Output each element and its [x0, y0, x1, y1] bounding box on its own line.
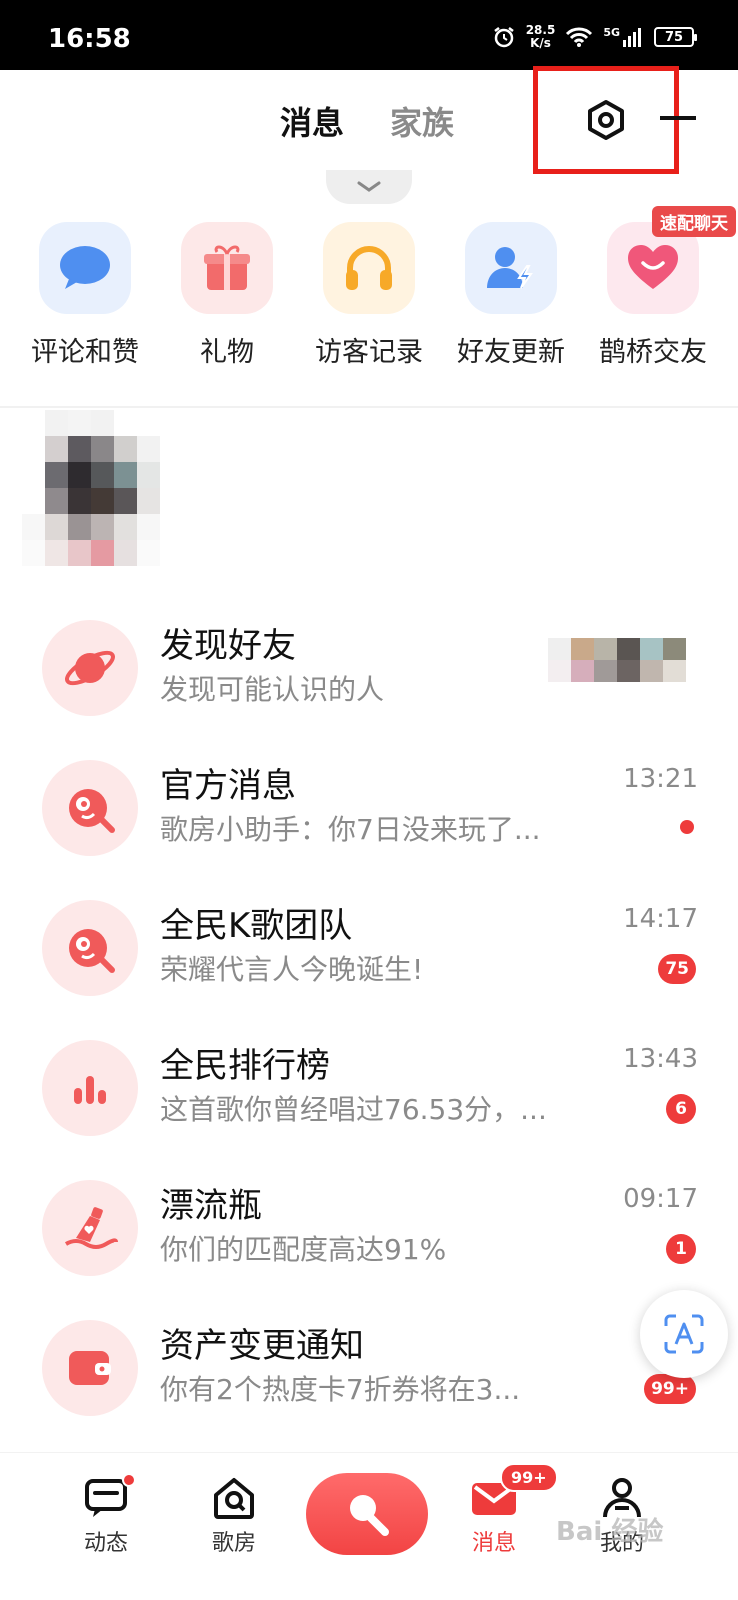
message-time: 13:43 [623, 1044, 698, 1074]
unread-count-badge: 75 [658, 954, 696, 984]
settings-hexagon-icon [588, 100, 624, 140]
quick-entry-matchmaking[interactable]: 速配聊天 鹊桥交友 [586, 206, 736, 372]
nav-label: 消息 [471, 1531, 516, 1556]
message-subtitle: 荣耀代言人今晚诞生! [160, 953, 424, 986]
message-title: 发现好友 [160, 626, 296, 666]
list-item[interactable]: 资产变更通知 你有2个热度卡7折券将在3... 99+ [0, 1298, 738, 1438]
list-item[interactable]: 官方消息 歌房小助手：你7日没来玩了... 13:21 [0, 738, 738, 878]
nav-item-rooms[interactable]: 歌房 [184, 1475, 284, 1557]
header: 消息 家族 [0, 66, 738, 174]
quick-entry-friend-updates[interactable]: 好友更新 [444, 222, 578, 372]
message-title: 官方消息 [160, 766, 296, 806]
room-icon [214, 1478, 254, 1519]
section-divider [0, 406, 738, 408]
karaoke-logo-icon [42, 900, 138, 996]
friend-update-icon [465, 222, 557, 314]
nav-item-feed[interactable]: 动态 [56, 1473, 156, 1557]
microphone-icon [350, 1495, 389, 1536]
list-item[interactable]: 全民排行榜 这首歌你曾经唱过76.53分，... 13:43 6 [0, 1018, 738, 1158]
unread-count-badge: 1 [666, 1234, 696, 1264]
comment-bubble-icon [39, 222, 131, 314]
message-title: 全民K歌团队 [160, 906, 353, 946]
unread-count-badge: 6 [666, 1094, 696, 1124]
message-title: 漂流瓶 [160, 1186, 262, 1226]
tab-family[interactable]: 家族 [390, 98, 454, 144]
message-title: 全民排行榜 [160, 1046, 330, 1086]
list-item[interactable]: 发现好友 发现可能认识的人 [0, 598, 738, 738]
quick-entry-label: 好友更新 [457, 337, 565, 368]
quick-entry-label: 访客记录 [315, 337, 423, 368]
quick-entry-label: 评论和赞 [31, 337, 139, 368]
quick-entry-badge: 速配聊天 [652, 206, 736, 237]
watermark: Bai 经验 [556, 1517, 664, 1547]
nav-item-sing[interactable] [306, 1473, 428, 1555]
status-time: 16:58 [48, 24, 131, 54]
status-icons: 28.5 K/s 5G 75 [492, 20, 697, 54]
message-subtitle: 你有2个热度卡7折券将在3... [160, 1373, 521, 1406]
planet-icon [42, 620, 138, 716]
headphones-icon [323, 222, 415, 314]
wifi-icon [566, 27, 593, 47]
speed-unit: K/s [530, 36, 551, 50]
nav-unread-badge: 99+ [500, 1463, 558, 1492]
network-type: 5G [603, 25, 620, 39]
add-button[interactable] [660, 98, 700, 138]
signal-icon [623, 28, 641, 47]
quick-entry-gifts[interactable]: 礼物 [160, 222, 294, 372]
message-time: 13:21 [623, 764, 698, 794]
message-subtitle: 你们的匹配度高达91% [160, 1233, 447, 1266]
quick-entry-comments[interactable]: 评论和赞 [18, 222, 152, 372]
message-subtitle: 发现可能认识的人 [160, 673, 385, 706]
message-subtitle: 歌房小助手：你7日没来玩了... [160, 813, 541, 846]
message-time: 09:17 [623, 1184, 698, 1214]
blurred-pinned-avatar[interactable] [22, 410, 160, 566]
network-speed: 28.5 K/s [526, 24, 556, 50]
alarm-icon [493, 27, 514, 48]
quick-entries: 评论和赞 礼物 访客记录 好友更新 速配聊天 鹊桥交友 [18, 206, 736, 372]
bar-chart-icon [42, 1040, 138, 1136]
quick-entry-label: 鹊桥交友 [599, 337, 707, 368]
floating-scan-button[interactable] [640, 1290, 728, 1378]
message-title: 资产变更通知 [160, 1326, 364, 1366]
quick-entry-label: 礼物 [200, 337, 254, 368]
blurred-friend-avatars [548, 638, 686, 682]
settings-button[interactable] [533, 66, 679, 174]
pull-down-handle[interactable] [326, 170, 412, 204]
nav-unread-dot [122, 1473, 136, 1487]
quick-entry-visitors[interactable]: 访客记录 [302, 222, 436, 372]
bottom-nav: 动态 歌房 99+ 消息 我的 Bai 经验 [0, 1452, 738, 1600]
message-time: 14:17 [623, 904, 698, 934]
battery-icon: 75 [654, 27, 697, 47]
unread-count-badge: 99+ [644, 1374, 696, 1404]
chevron-down-icon [357, 181, 381, 192]
nav-item-messages[interactable]: 99+ 消息 [444, 1463, 558, 1557]
nav-label: 动态 [83, 1531, 128, 1556]
message-subtitle: 这首歌你曾经唱过76.53分，... [160, 1093, 547, 1126]
status-bar: 16:58 28.5 K/s 5G 75 [0, 0, 738, 70]
list-item[interactable]: 全民K歌团队 荣耀代言人今晚诞生! 14:17 75 [0, 878, 738, 1018]
karaoke-logo-icon [42, 760, 138, 856]
bottle-icon [42, 1180, 138, 1276]
list-item[interactable]: 漂流瓶 你们的匹配度高达91% 09:17 1 [0, 1158, 738, 1298]
scan-text-icon [664, 1314, 704, 1354]
unread-dot [680, 820, 694, 834]
gift-icon [181, 222, 273, 314]
wallet-icon [42, 1320, 138, 1416]
nav-label: 歌房 [211, 1531, 256, 1556]
tab-messages[interactable]: 消息 [280, 98, 344, 144]
